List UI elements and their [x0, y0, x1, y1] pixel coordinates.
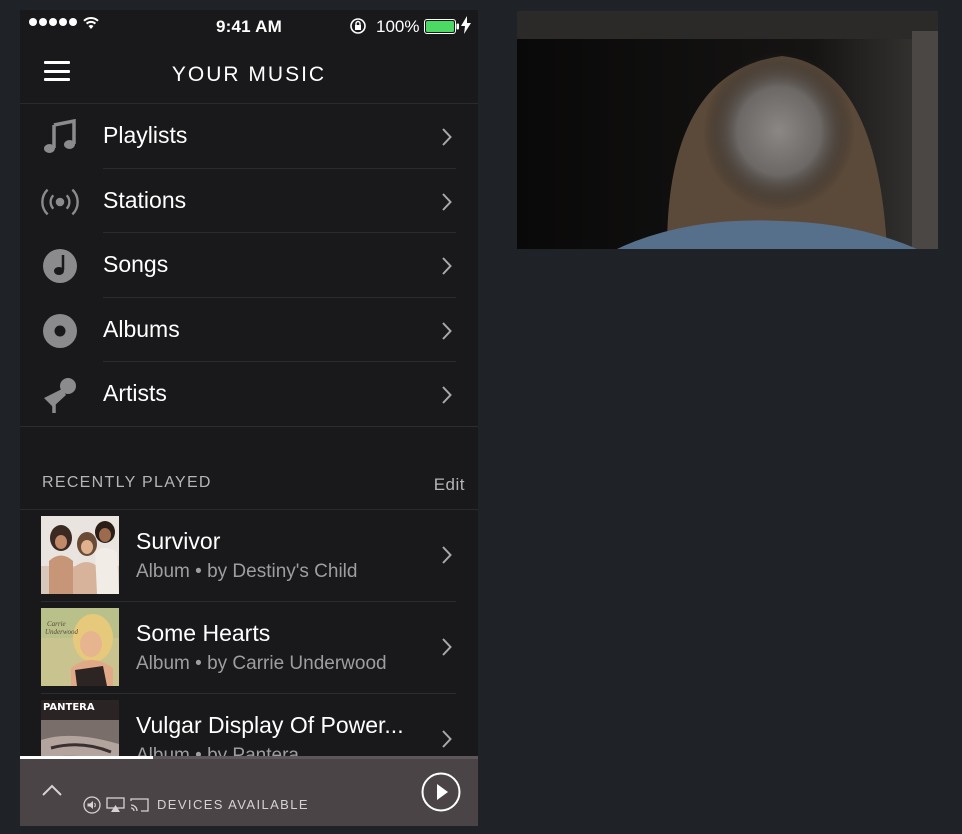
library-menu: Playlists Stations Songs Albums Artists: [20, 104, 478, 427]
chevron-up-icon[interactable]: [41, 783, 63, 797]
album-disc-icon: [40, 312, 80, 350]
section-title: RECENTLY PLAYED: [42, 474, 212, 491]
item-subtitle: Album • by Destiny's Child: [136, 561, 358, 582]
chevron-right-icon: [442, 257, 452, 275]
recently-played-list: Survivor Album • by Destiny's Child Carr…: [20, 510, 478, 786]
webcam-image: [517, 11, 938, 249]
music-note-icon: [40, 118, 80, 156]
item-title: Survivor: [136, 528, 221, 554]
item-title: Some Hearts: [136, 620, 271, 646]
chevron-right-icon: [442, 192, 452, 211]
now-playing-bar[interactable]: DEVICES AVAILABLE: [20, 756, 478, 826]
nav-header: YOUR MUSIC: [20, 44, 478, 104]
speaker-icon: [83, 796, 101, 814]
battery-icon: [424, 19, 459, 34]
cast-icon: [130, 798, 149, 812]
item-title: Vulgar Display Of Power...: [136, 712, 404, 738]
song-disc-icon: [40, 247, 80, 285]
svg-text:Carrie: Carrie: [47, 620, 66, 628]
item-subtitle: Album • by Carrie Underwood: [136, 653, 387, 674]
list-item[interactable]: Carrie Underwood Some Hearts Album • by …: [20, 602, 478, 694]
progress-bar: [20, 756, 153, 759]
charging-bolt-icon: [461, 16, 471, 34]
play-button[interactable]: [421, 772, 461, 812]
devices-available-label[interactable]: DEVICES AVAILABLE: [157, 797, 309, 812]
menu-item-stations[interactable]: Stations: [20, 169, 478, 233]
menu-item-label: Artists: [103, 380, 167, 406]
list-item[interactable]: Survivor Album • by Destiny's Child: [20, 510, 478, 602]
chevron-right-icon: [442, 386, 452, 404]
chevron-right-icon: [442, 546, 452, 564]
album-cover: Carrie Underwood: [41, 608, 119, 686]
menu-item-songs[interactable]: Songs: [20, 233, 478, 298]
webcam-video: [517, 11, 938, 249]
edit-button[interactable]: Edit: [434, 475, 465, 495]
album-cover: [41, 516, 119, 594]
album-cover-text: PANTERA: [43, 702, 95, 713]
status-bar: 9:41 AM 100%: [20, 10, 478, 44]
chevron-right-icon: [442, 128, 452, 146]
microphone-icon: [40, 376, 80, 414]
menu-item-label: Playlists: [103, 122, 188, 148]
airplay-icon: [106, 797, 125, 812]
menu-item-label: Stations: [103, 186, 187, 213]
divider: [20, 425, 478, 427]
menu-item-artists[interactable]: Artists: [20, 362, 478, 427]
menu-item-albums[interactable]: Albums: [20, 298, 478, 362]
page-title: YOUR MUSIC: [171, 63, 327, 86]
radio-broadcast-icon: [40, 183, 80, 221]
device-icons: [83, 796, 149, 814]
chevron-right-icon: [442, 321, 452, 340]
svg-text:Underwood: Underwood: [45, 628, 79, 636]
battery-percent: 100%: [376, 17, 420, 36]
rotation-lock-icon: [350, 18, 366, 34]
menu-item-label: Songs: [103, 251, 169, 277]
menu-item-label: Albums: [103, 315, 180, 342]
menu-item-playlists[interactable]: Playlists: [20, 104, 478, 169]
recently-played-header: RECENTLY PLAYED Edit: [20, 470, 478, 510]
chevron-right-icon: [442, 638, 452, 656]
music-app-panel: 9:41 AM 100% YOUR MUSIC Playlists Statio…: [20, 10, 478, 826]
chevron-right-icon: [442, 730, 452, 748]
